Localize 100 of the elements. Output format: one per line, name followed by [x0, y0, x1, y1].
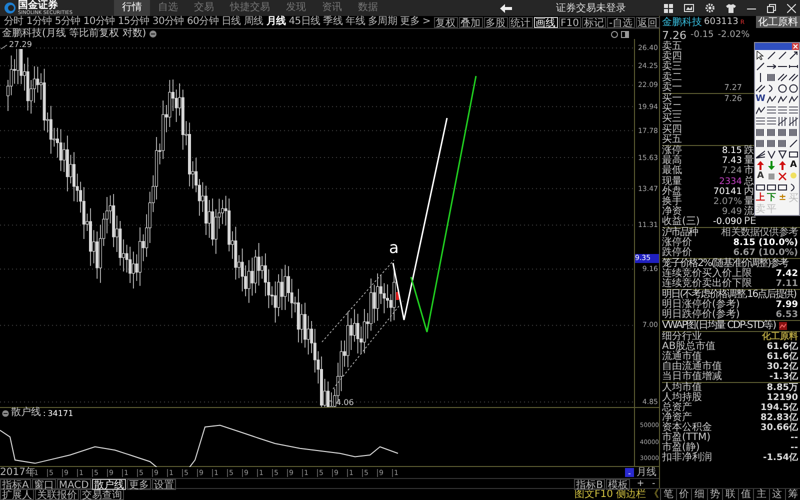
toolbar-button[interactable]: 复权 — [434, 16, 458, 28]
zoom-button[interactable]: - — [652, 479, 656, 490]
panel-icon[interactable] — [621, 30, 629, 38]
period-button[interactable]: 15分钟 — [116, 16, 150, 28]
period-button[interactable]: 年线 — [344, 16, 366, 28]
grid-tool-icon[interactable] — [778, 117, 787, 126]
period-button[interactable]: 季线 — [322, 16, 344, 28]
bars-tool-icon[interactable] — [756, 128, 765, 137]
circle-icon[interactable] — [611, 30, 618, 38]
fib-tool-icon[interactable] — [767, 117, 776, 126]
fib-tool-icon[interactable] — [767, 106, 776, 115]
fib-tool-icon[interactable] — [756, 117, 765, 126]
chart-icon[interactable] — [779, 322, 788, 330]
login-status[interactable]: 证券交易未登录 — [556, 1, 626, 15]
toolbar-button[interactable]: 多股 — [484, 16, 508, 28]
period-button[interactable]: 更多 > — [399, 16, 432, 28]
bars-tool-icon[interactable] — [756, 139, 765, 148]
text-tool-glyph[interactable]: 下 — [767, 194, 776, 203]
panel-tab[interactable]: 细 — [691, 489, 707, 500]
status-button[interactable]: 交易查询 — [80, 489, 124, 500]
nav-tab[interactable]: 行情 — [114, 0, 150, 16]
close-icon[interactable] — [787, 4, 796, 12]
period-button[interactable]: 60分钟 — [186, 16, 220, 28]
ray-tool-icon[interactable] — [789, 51, 798, 60]
segment-tool-icon[interactable] — [789, 62, 798, 71]
zoom-out-button[interactable]: - — [625, 468, 634, 477]
image-icon[interactable] — [684, 4, 694, 12]
parallel-tool-icon[interactable] — [789, 73, 798, 82]
panel-tab[interactable]: 主 — [753, 489, 769, 500]
period-button[interactable]: 日线 — [220, 16, 242, 28]
up-tool-icon[interactable] — [778, 161, 787, 170]
period-button[interactable]: 45日线 — [288, 16, 322, 28]
period-button[interactable]: 1分钟 — [25, 16, 53, 28]
period-button[interactable]: 30分钟 — [151, 16, 185, 28]
text-tool-glyph[interactable]: A — [757, 172, 764, 181]
info-icon[interactable] — [149, 30, 158, 38]
toolbar-button[interactable]: -自选 — [606, 16, 635, 28]
toolbar-button[interactable]: 标记 — [582, 16, 606, 28]
indicator-tab[interactable]: 设置 — [152, 479, 176, 490]
panel-tab[interactable]: 这 — [768, 489, 784, 500]
hray-tool-icon[interactable] — [767, 62, 776, 71]
restore-icon[interactable] — [767, 4, 776, 12]
bars-tool-icon[interactable] — [767, 128, 776, 137]
bars-tool-icon[interactable] — [778, 139, 787, 148]
indicator-tab[interactable]: MACD — [56, 479, 91, 490]
fib-tool-icon[interactable] — [789, 106, 798, 115]
toolbar-button[interactable]: 统计 — [508, 16, 532, 28]
toolbar-button[interactable]: 画线 — [534, 16, 558, 28]
cross-tool-icon[interactable] — [778, 172, 787, 181]
bars-tool-icon[interactable] — [789, 128, 798, 137]
parallel-tool-icon[interactable] — [756, 84, 765, 93]
rect-tool-icon[interactable] — [789, 150, 798, 159]
period-button[interactable]: 5分钟 — [54, 16, 82, 28]
toolbar-button[interactable]: 叠加 — [458, 16, 482, 28]
status-button[interactable]: 扩展人 — [0, 489, 34, 500]
vwap-link[interactable]: VWAP图(日均量 CDP-STD等) — [662, 321, 776, 332]
fan-tool-icon[interactable] — [756, 150, 765, 159]
text-tool-glyph[interactable]: A — [790, 161, 797, 170]
indicator-tab[interactable]: 散户线 — [92, 479, 126, 490]
toolbar-button[interactable]: F10 — [558, 16, 581, 28]
text-tool-glyph[interactable]: 上 — [756, 194, 765, 203]
down-tool-icon[interactable] — [767, 161, 776, 170]
period-button[interactable]: 分时 — [3, 16, 24, 28]
cursor-tool-icon[interactable] — [756, 51, 765, 60]
diag-tool-icon[interactable] — [789, 139, 798, 148]
period-button[interactable]: 10分钟 — [82, 16, 116, 28]
back-arrow-icon[interactable] — [500, 4, 512, 12]
indicator-tab[interactable]: 窗口 — [32, 479, 56, 490]
fib-tool-icon[interactable] — [778, 106, 787, 115]
period-button[interactable]: 多周期 — [367, 16, 398, 28]
status-button[interactable]: 侧边栏 — [615, 489, 647, 500]
triangle-tool-icon[interactable] — [778, 150, 787, 159]
panel-tab[interactable]: 联 — [722, 489, 738, 500]
indicator-tab[interactable]: 更多 — [126, 479, 151, 490]
vee-tool-icon[interactable] — [767, 150, 776, 159]
shirt-icon[interactable] — [726, 4, 736, 12]
toolbar-button[interactable]: 返回 — [636, 16, 660, 28]
up-tool-icon[interactable] — [756, 161, 765, 170]
panel-tab[interactable]: 筹 — [784, 489, 800, 500]
panel-tab[interactable]: 值 — [738, 489, 754, 500]
indicator-tab[interactable]: 指标A — [0, 479, 31, 490]
settings-icon[interactable] — [705, 3, 715, 13]
panel-tab[interactable]: 笔 — [660, 489, 676, 500]
period-button[interactable]: 周线 — [242, 16, 264, 28]
status-button[interactable]: 关联报价 — [35, 489, 79, 500]
status-button[interactable]: 图文F10 — [574, 489, 614, 500]
panel-tab[interactable]: 势 — [706, 489, 722, 500]
panel-tab[interactable]: 价 — [676, 489, 692, 500]
indicator-tab[interactable]: 模板 — [606, 479, 630, 490]
bars-tool-icon[interactable] — [778, 128, 787, 137]
grid-icon[interactable] — [664, 4, 673, 12]
zoom-button[interactable]: + — [636, 479, 644, 490]
status-button[interactable]: 《 — [648, 489, 660, 500]
text-tool-glyph[interactable]: W — [756, 95, 766, 104]
parallel-tool-icon[interactable] — [778, 73, 787, 82]
indicator-tab[interactable]: 指标B — [574, 479, 605, 490]
bars-tool-icon[interactable] — [767, 73, 776, 82]
collapse-icon[interactable] — [2, 410, 9, 416]
period-button[interactable]: 月线 — [265, 16, 287, 28]
industry-button[interactable]: 化工原料 — [756, 16, 800, 28]
